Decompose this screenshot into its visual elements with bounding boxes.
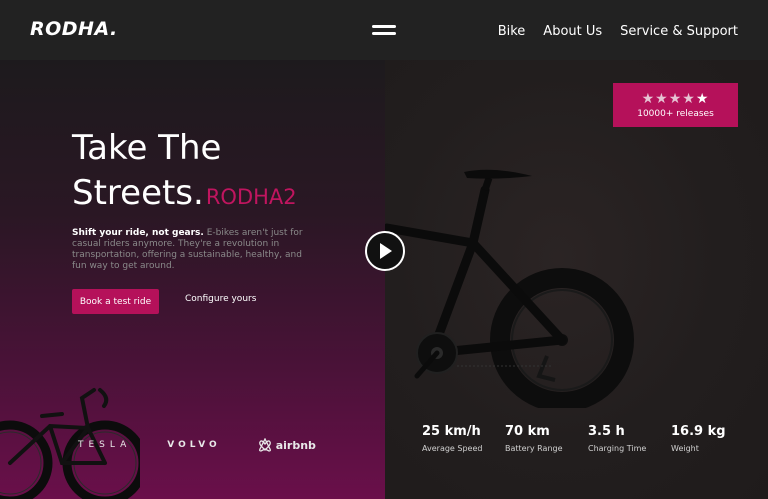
headline-line-2: Streets. [72, 173, 204, 213]
stars-lit: ★ [695, 91, 710, 107]
headline-line-1: Take The [72, 128, 222, 168]
headline-accent: RODHA2 [205, 185, 297, 209]
nav-links: Bike About Us Service & Support [498, 24, 738, 39]
configure-yours-link[interactable]: Configure yours [185, 294, 256, 304]
nav-link-bike[interactable]: Bike [498, 24, 526, 39]
spec-label: Weight [671, 444, 699, 453]
stars-dim: ★★★★ [641, 91, 696, 107]
spec-label: Battery Range [505, 444, 563, 453]
book-test-ride-button[interactable]: Book a test ride [72, 289, 159, 314]
rating-badge: ★★★★★ 10000+ releases [613, 83, 738, 127]
spec-weight: 16.9 kg Weight [671, 424, 754, 453]
hamburger-line-bottom [372, 32, 396, 35]
hero-description: Shift your ride, not gears. E-bikes aren… [72, 228, 304, 272]
spec-average-speed: 25 km/h Average Speed [422, 424, 505, 453]
spec-label: Charging Time [588, 444, 647, 453]
rating-label: 10000+ releases [637, 109, 714, 119]
partner-brands: TESLA VOLVO airbnb [78, 438, 316, 452]
nav-link-service-support[interactable]: Service & Support [620, 24, 738, 39]
main-bike-image [385, 169, 634, 408]
spec-value: 16.9 kg [671, 424, 726, 439]
spec-label: Average Speed [422, 444, 483, 453]
top-nav: RODHA. Bike About Us Service & Support [0, 0, 768, 60]
star-rating-icon: ★★★★★ [613, 91, 738, 107]
hero-left-panel: Take The Streets.RODHA2 Shift your ride,… [0, 60, 385, 499]
bike-specs: 25 km/h Average Speed 70 km Battery Rang… [422, 424, 754, 453]
play-icon [380, 243, 392, 259]
airbnb-logo: airbnb [257, 438, 316, 452]
hamburger-menu-icon[interactable] [372, 25, 396, 35]
play-video-button[interactable] [365, 231, 405, 271]
airbnb-icon [258, 438, 271, 452]
spec-value: 70 km [505, 424, 550, 439]
logo[interactable]: RODHA. [30, 18, 118, 40]
spec-value: 3.5 h [588, 424, 625, 439]
tesla-logo: TESLA [78, 440, 132, 450]
hero-headline: Take The Streets.RODHA2 [72, 126, 297, 220]
airbnb-wordmark: airbnb [275, 438, 316, 452]
hamburger-line-top [372, 25, 396, 28]
nav-link-about-us[interactable]: About Us [543, 24, 602, 39]
spec-value: 25 km/h [422, 424, 481, 439]
hero-description-bold: Shift your ride, not gears. [72, 228, 204, 238]
spec-battery-range: 70 km Battery Range [505, 424, 588, 453]
spec-charging-time: 3.5 h Charging Time [588, 424, 671, 453]
volvo-logo: VOLVO [167, 440, 221, 450]
